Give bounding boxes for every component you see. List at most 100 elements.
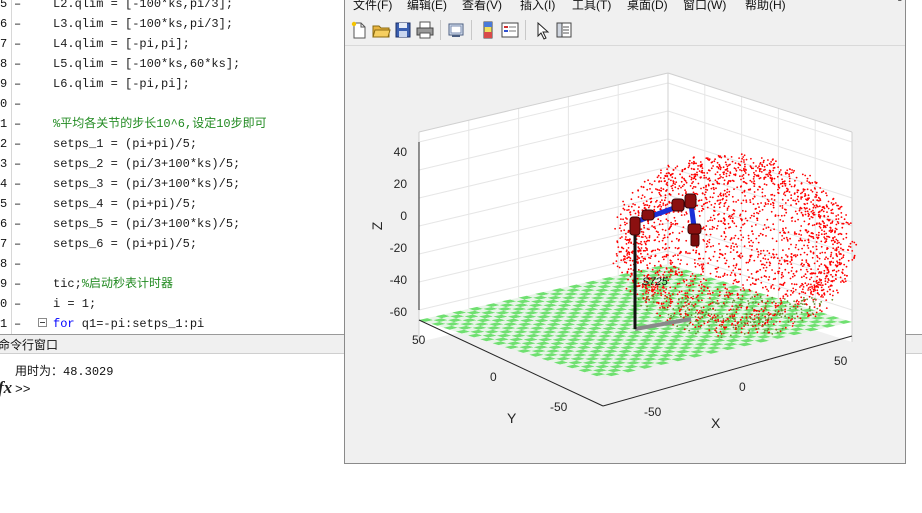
new-figure-icon[interactable] [349,20,369,40]
print-icon[interactable] [415,20,435,40]
menu-desktop[interactable]: 桌面(D) [627,0,668,13]
menu-file[interactable]: 文件(F) [353,0,392,13]
code-line[interactable]: 8– L5.qlim = [-100*ks,60*ks]; [0,54,345,74]
command-prompt[interactable]: >> [15,382,31,397]
toolbar-separator [471,20,472,40]
line-number: 0 [0,97,8,111]
code-text: %平均各关节的步长10^6,设定10步即可 [53,117,267,131]
line-number: 9 [0,77,8,91]
z-tick: 40 [394,145,408,159]
code-text: setps_1 = (pi+pi)/5; [53,137,198,151]
x-axis-label: X [711,415,721,431]
robot-end-effector [690,233,700,247]
figure-menubar: 文件(F) 编辑(E) 查看(V) 插入(I) 工具(T) 桌面(D) 窗口(W… [345,0,905,13]
line-number: 1 [0,317,8,331]
code-line[interactable]: 4– setps_3 = (pi/3+100*ks)/5; [0,174,345,194]
robot-joint-4 [684,193,697,209]
code-line[interactable]: 1– %平均各关节的步长10^6,设定10步即可 [0,114,345,134]
code-text: setps_5 = (pi/3+100*ks)/5; [53,217,241,231]
breakpoint-marker[interactable]: – [14,294,21,314]
line-number: 3 [0,157,8,171]
insert-legend-icon[interactable] [500,20,520,40]
menu-help[interactable]: 帮助(H) [745,0,786,13]
line-number: 7 [0,237,8,251]
fx-icon[interactable]: fx [0,378,12,398]
code-line[interactable]: 1– for q1=-pi:setps_1:pi [0,314,345,334]
line-number: 9 [0,277,8,291]
code-text: L2.qlim = [-100*ks,pi/3]; [53,0,234,11]
robot-joint-3 [671,198,685,212]
breakpoint-marker[interactable]: – [14,234,21,254]
code-line[interactable]: 0– i = 1; [0,294,345,314]
y-tick: 50 [412,333,426,347]
dock-arrow-icon[interactable]: ↘ [894,0,903,4]
breakpoint-marker[interactable]: – [14,34,21,54]
comment-segment: %启动秒表计时器 [81,277,174,291]
x-tick: 0 [739,380,746,394]
breakpoint-marker[interactable]: – [14,0,21,14]
code-segment: tic; [53,277,82,291]
robot-joint-2 [641,209,655,221]
line-number: 6 [0,17,8,31]
code-line[interactable]: 5– setps_4 = (pi+pi)/5; [0,194,345,214]
open-file-icon[interactable] [371,20,391,40]
z-tick: -20 [390,241,408,255]
code-line[interactable]: 0– [0,94,345,114]
z-tick: 0 [400,209,407,223]
breakpoint-marker[interactable]: – [14,194,21,214]
menu-tools[interactable]: 工具(T) [572,0,611,13]
figure-toolbar [345,15,905,46]
line-number: 5 [0,0,8,11]
line-number: 1 [0,117,8,131]
code-text: L3.qlim = [-100*ks,pi/3]; [53,17,234,31]
3d-plot-canvas[interactable]: S725 40 20 0 -20 -40 -60 Z 50 0 -50 Y -5… [345,46,905,463]
property-inspector-icon[interactable] [554,20,574,40]
code-text: L5.qlim = [-100*ks,60*ks]; [53,57,241,71]
output-label: 用时为： [15,364,64,378]
toolbar-separator [440,20,441,40]
code-line[interactable]: 9– tic;%启动秒表计时器 [0,274,345,294]
link-plot-icon[interactable] [446,20,466,40]
code-line[interactable]: 7– L4.qlim = [-pi,pi]; [0,34,345,54]
breakpoint-marker[interactable]: – [14,154,21,174]
x-tick: -50 [644,405,662,419]
breakpoint-marker[interactable]: – [14,214,21,234]
breakpoint-marker[interactable]: – [14,174,21,194]
z-tick: -40 [390,273,408,287]
breakpoint-marker[interactable]: – [14,94,21,114]
breakpoint-marker[interactable]: – [14,134,21,154]
menu-view[interactable]: 查看(V) [462,0,502,13]
y-tick: -50 [550,400,568,414]
line-number: 8 [0,257,8,271]
menu-window[interactable]: 窗口(W) [683,0,726,13]
menu-insert[interactable]: 插入(I) [520,0,555,13]
code-line[interactable]: 9– L6.qlim = [-pi,pi]; [0,74,345,94]
save-icon[interactable] [393,20,413,40]
command-output: 用时为：48.3029 [15,362,113,379]
breakpoint-marker[interactable]: – [14,114,21,134]
breakpoint-marker[interactable]: – [14,254,21,274]
insert-colorbar-icon[interactable] [478,20,498,40]
code-text: setps_3 = (pi/3+100*ks)/5; [53,177,241,191]
figure-window[interactable]: 文件(F) 编辑(E) 查看(V) 插入(I) 工具(T) 桌面(D) 窗口(W… [344,0,906,464]
code-text: i = 1; [53,297,97,311]
code-line[interactable]: 5– L2.qlim = [-100*ks,pi/3]; [0,0,345,14]
code-line[interactable]: 6– setps_5 = (pi/3+100*ks)/5; [0,214,345,234]
menu-edit[interactable]: 编辑(E) [407,0,447,13]
pointer-icon[interactable] [532,20,552,40]
code-line[interactable]: 7– setps_6 = (pi+pi)/5; [0,234,345,254]
code-line[interactable]: 6– L3.qlim = [-100*ks,pi/3]; [0,14,345,34]
code-line[interactable]: 3– setps_2 = (pi/3+100*ks)/5; [0,154,345,174]
keyword-segment: for [53,317,75,331]
breakpoint-marker[interactable]: – [14,314,21,334]
fold-toggle-icon[interactable] [38,318,47,327]
code-segment: q1=-pi:setps_1:pi [74,317,205,331]
line-number: 2 [0,137,8,151]
breakpoint-marker[interactable]: – [14,54,21,74]
breakpoint-marker[interactable]: – [14,74,21,94]
breakpoint-marker[interactable]: – [14,274,21,294]
code-text: tic;%启动秒表计时器 [53,274,173,294]
code-line[interactable]: 8– [0,254,345,274]
code-line[interactable]: 2– setps_1 = (pi+pi)/5; [0,134,345,154]
breakpoint-marker[interactable]: – [14,14,21,34]
